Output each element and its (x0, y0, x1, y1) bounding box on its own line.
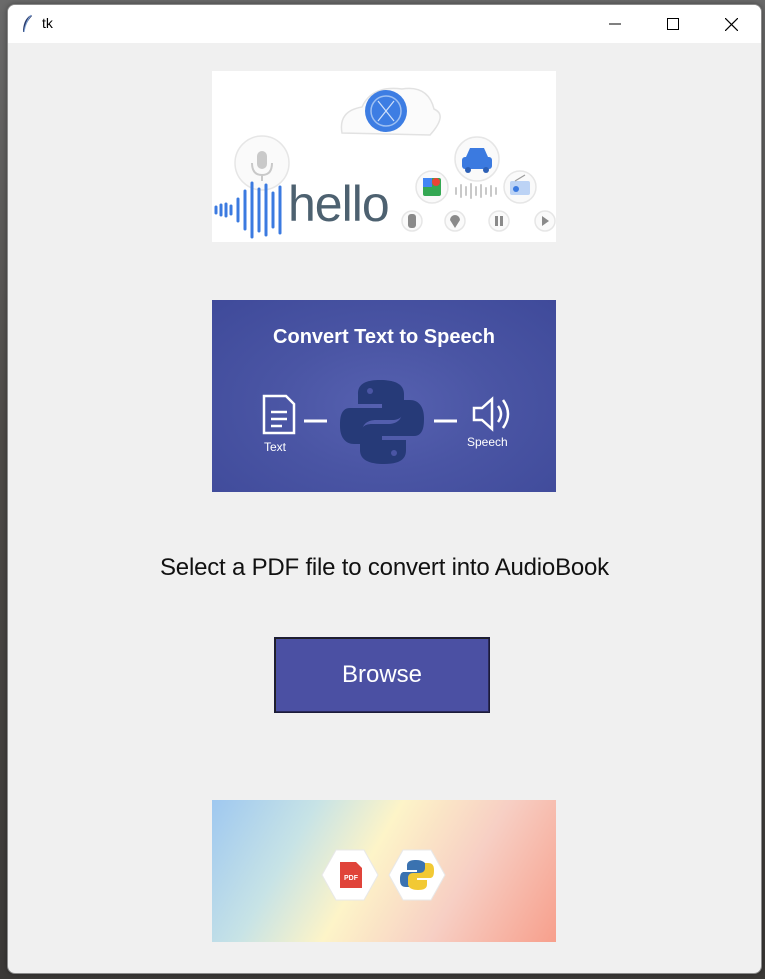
maximize-icon (667, 18, 679, 30)
app-window: tk hello Convert Text to Speech Text Spe… (7, 4, 762, 974)
play-icon (534, 210, 556, 232)
prompt-text: Select a PDF file to convert into AudioB… (160, 554, 609, 581)
close-button[interactable] (702, 5, 760, 43)
pause-icon (488, 210, 510, 232)
small-waveform (455, 183, 497, 199)
brain-chip-icon (340, 87, 441, 136)
minimize-button[interactable] (586, 5, 644, 43)
radio-icon (503, 170, 537, 204)
tts-illustration (262, 380, 510, 464)
python-logo-icon (340, 380, 424, 464)
python-logo-icon (388, 849, 446, 901)
voice-assistant-banner: hello (212, 71, 556, 242)
car-icon (454, 136, 500, 182)
pdf-python-image: PDF (212, 800, 556, 942)
text-label: Text (264, 440, 287, 454)
window-title: tk (42, 15, 53, 31)
location-icon (444, 210, 466, 232)
feather-icon (23, 14, 32, 33)
waveform-graphic (214, 181, 282, 239)
hello-word: hello (288, 176, 390, 232)
browse-button[interactable]: Browse (274, 637, 490, 713)
maps-icon (415, 170, 449, 204)
traffic-light-icon (401, 210, 423, 232)
close-icon (724, 17, 738, 31)
microphone-icon (234, 135, 290, 191)
pdf-file-icon: PDF (321, 849, 379, 901)
minimize-icon (609, 23, 621, 25)
title-bar[interactable]: tk (8, 5, 761, 43)
pdf-badge-text: PDF (344, 875, 359, 882)
speech-label: Speech (467, 435, 508, 449)
maximize-button[interactable] (644, 5, 702, 43)
text-to-speech-banner: Convert Text to Speech Text Speech (212, 300, 556, 492)
document-icon (262, 394, 296, 435)
speaker-icon (472, 396, 510, 432)
pdf-python-illustration: PDF (321, 849, 446, 901)
